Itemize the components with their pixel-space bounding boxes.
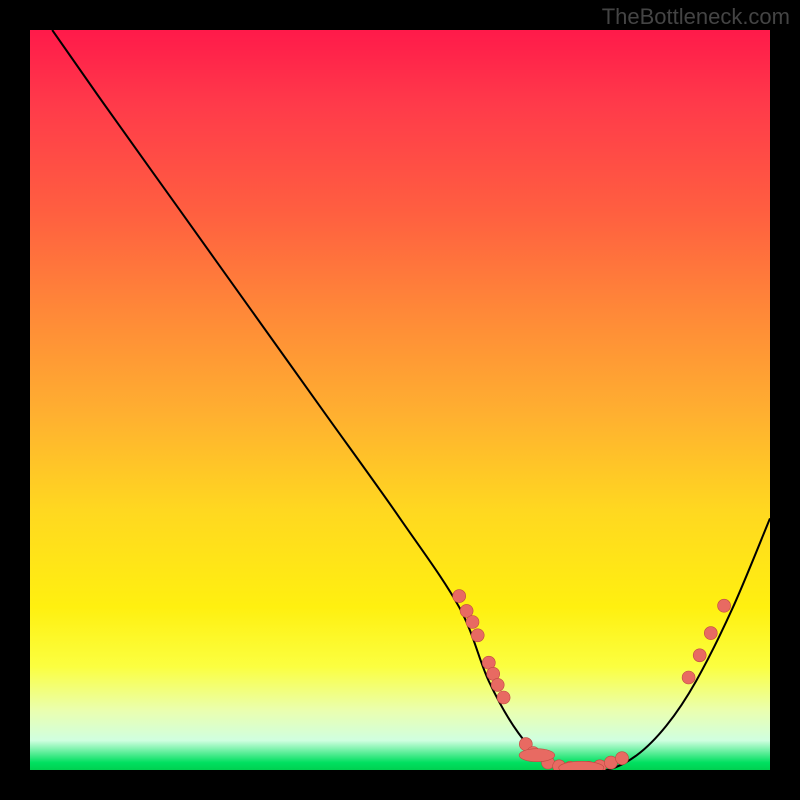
scatter-dot [682,671,695,684]
scatter-dot [718,599,731,612]
scatter-dot [693,649,706,662]
chart-plot-area [30,30,770,770]
chart-svg [30,30,770,770]
scatter-dot [466,616,479,629]
scatter-dot [491,678,504,691]
scatter-dot [453,590,466,603]
scatter-dot [497,691,510,704]
bottleneck-curve [52,30,770,770]
scatter-dot [616,752,629,765]
watermark-text: TheBottleneck.com [602,4,790,30]
scatter-dot [471,629,484,642]
scatter-points [453,590,731,770]
scatter-dot [704,627,717,640]
scatter-bar [519,749,555,762]
